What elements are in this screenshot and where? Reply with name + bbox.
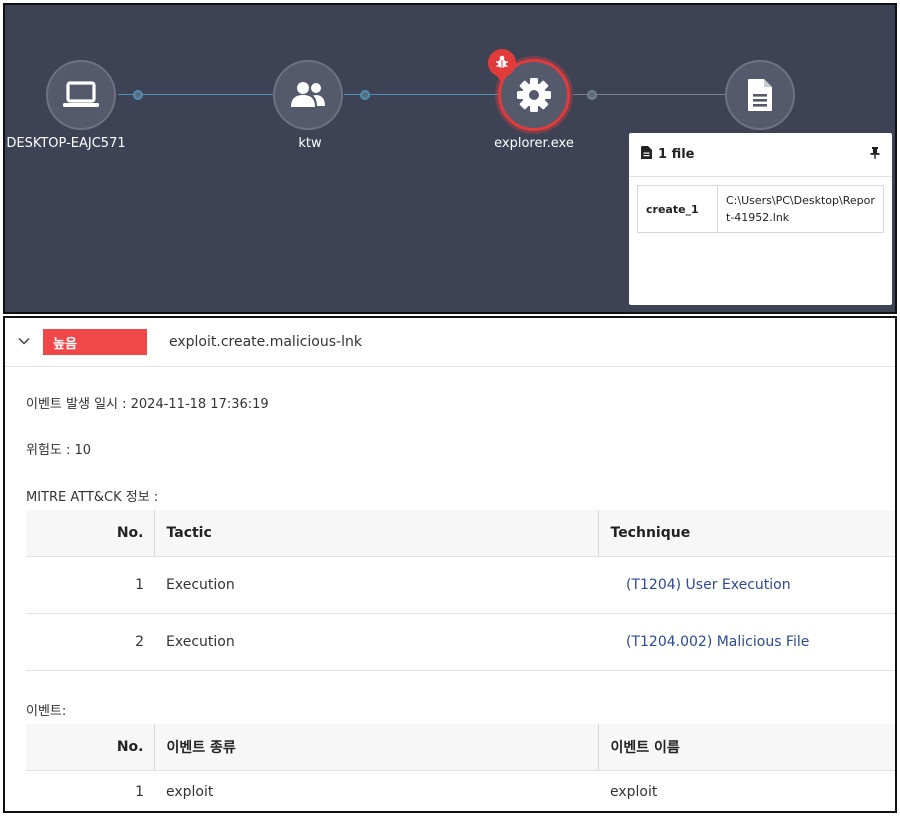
events-table: No. 이벤트 종류 이벤트 이름 1 exploit exploit (26, 724, 895, 811)
mitre-title: MITRE ATT&CK 정보 : (26, 490, 159, 505)
table-row: 2 Execution (T1204.002) Malicious File (26, 613, 895, 671)
header-event-name: 이벤트 이름 (597, 724, 895, 771)
file-icon (746, 78, 774, 112)
alert-header[interactable]: 높음 exploit.create.malicious-lnk (5, 318, 895, 367)
file-popup-header: 1 file (629, 133, 892, 177)
file-icon (641, 146, 652, 163)
edge-midpoint[interactable] (133, 90, 143, 100)
file-operation: create_1 (637, 185, 718, 233)
file-path: C:\Users\PC\Desktop\Report-41952.lnk (717, 185, 884, 233)
edge-midpoint[interactable] (360, 90, 370, 100)
node-user[interactable] (273, 60, 343, 130)
row-event-type: exploit (166, 784, 214, 801)
node-file[interactable] (725, 60, 795, 130)
event-time: 이벤트 발생 일시 : 2024-11-18 17:36:19 (26, 397, 269, 412)
table-row: create_1 C:\Users\PC\Desktop\Report-4195… (637, 185, 884, 233)
header-event-type: 이벤트 종류 (153, 724, 598, 771)
alert-rule-name: exploit.create.malicious-lnk (169, 334, 362, 350)
pin-icon[interactable] (870, 146, 880, 163)
events-title: 이벤트: (26, 704, 67, 719)
table-row: 1 exploit exploit (26, 770, 895, 811)
technique-link[interactable]: (T1204.002) Malicious File (610, 634, 809, 650)
table-header-row: No. 이벤트 종류 이벤트 이름 (26, 724, 895, 771)
severity-badge: 높음 (43, 329, 147, 355)
alert-detail-panel: 높음 exploit.create.malicious-lnk 이벤트 발생 일… (3, 316, 897, 813)
row-tactic: Execution (154, 556, 598, 614)
header-tactic: Tactic (153, 510, 598, 557)
row-tactic: Execution (154, 613, 598, 671)
file-table: create_1 C:\Users\PC\Desktop\Report-4195… (637, 185, 884, 233)
header-technique: Technique (597, 510, 895, 557)
bug-icon (495, 54, 509, 73)
table-row: 1 Execution (T1204) User Execution (26, 556, 895, 614)
mitre-table: No. Tactic Technique 1 Execution (T1204)… (26, 510, 895, 671)
process-graph-panel: DESKTOP-EAJC571 ktw explorer.exe 1 file … (3, 3, 897, 314)
node-desktop[interactable] (46, 60, 116, 130)
header-no: No. (26, 724, 154, 771)
row-event-name: exploit (610, 784, 658, 801)
technique-link[interactable]: (T1204) User Execution (610, 577, 791, 593)
file-details-popup: 1 file create_1 C:\Users\PC\Desktop\Repo… (629, 133, 892, 305)
header-no: No. (26, 510, 154, 557)
laptop-icon (62, 80, 100, 110)
file-popup-title: 1 file (658, 147, 695, 162)
node-label-user: ktw (298, 136, 322, 151)
row-no: 2 (26, 613, 154, 671)
risk-level: 위험도 : 10 (26, 443, 92, 458)
row-no: 1 (26, 556, 154, 614)
row-no: 1 (135, 784, 144, 801)
malicious-badge (488, 49, 516, 83)
users-icon (288, 80, 328, 110)
node-label-process: explorer.exe (494, 136, 574, 151)
table-header-row: No. Tactic Technique (26, 510, 895, 557)
gear-icon (516, 77, 552, 113)
node-label-desktop: DESKTOP-EAJC571 (6, 136, 126, 151)
edge-midpoint[interactable] (587, 90, 597, 100)
chevron-down-icon[interactable] (17, 333, 43, 352)
